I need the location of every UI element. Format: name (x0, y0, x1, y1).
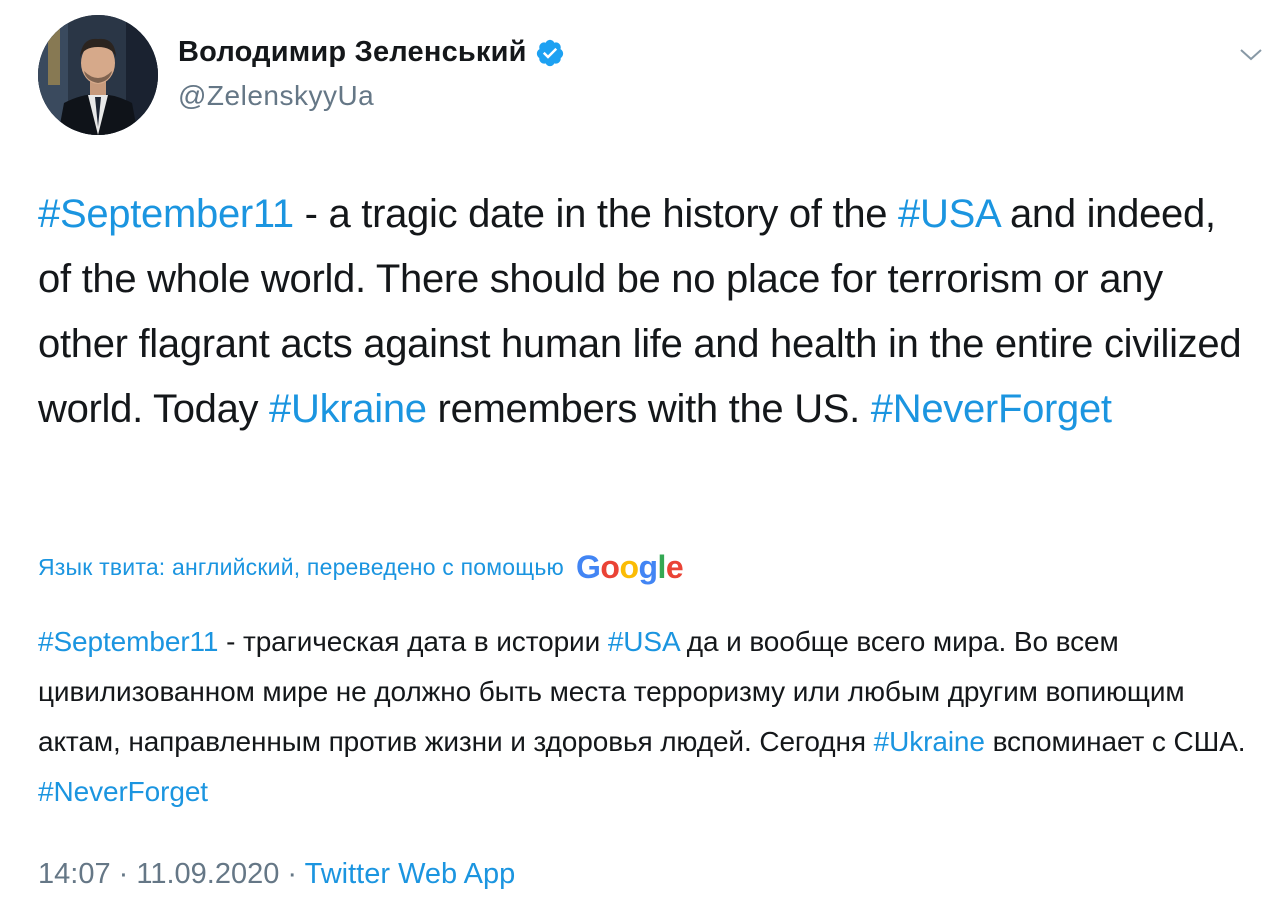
verified-badge-icon (535, 38, 565, 68)
google-logo: Google (576, 549, 684, 585)
avatar[interactable] (38, 15, 158, 135)
tweet-text: #September11 - a tragic date in the hist… (38, 182, 1258, 442)
tweet-date[interactable]: 11.09.2020 (136, 858, 279, 890)
author-name[interactable]: Володимир Зеленський (178, 36, 527, 69)
hashtag-link[interactable]: #USA (898, 192, 999, 236)
tweet-time[interactable]: 14:07 (38, 858, 111, 890)
hashtag-link[interactable]: #NeverForget (38, 776, 208, 807)
translated-text: #September11 - трагическая дата в истори… (38, 617, 1263, 817)
tweet-text-segment: - a tragic date in the history of the (293, 192, 899, 236)
meta-separator: · (110, 858, 137, 890)
hashtag-link[interactable]: #NeverForget (871, 387, 1112, 431)
author-handle[interactable]: @ZelenskyyUa (178, 80, 374, 112)
hashtag-link[interactable]: #September11 (38, 192, 294, 236)
hashtag-link[interactable]: #Ukraine (269, 387, 427, 431)
hashtag-link[interactable]: #USA (608, 626, 679, 657)
translation-label[interactable]: Язык твита: английский, переведено с пом… (38, 554, 564, 581)
translation-attribution: Язык твита: английский, переведено с пом… (38, 549, 684, 585)
author-row: Володимир Зеленський (178, 36, 565, 69)
tweet-meta: 14:07 · 11.09.2020 · Twitter Web App (38, 858, 515, 891)
avatar-photo-icon (38, 15, 158, 135)
translated-text-segment: - трагическая дата в истории (218, 626, 608, 657)
tweet-text-segment: remembers with the US. (426, 387, 871, 431)
tweet-source-link[interactable]: Twitter Web App (305, 858, 516, 890)
chevron-down-icon[interactable] (1238, 44, 1264, 64)
hashtag-link[interactable]: #September11 (38, 626, 219, 657)
translated-text-segment: вспоминает с США. (984, 726, 1246, 757)
tweet-card: Володимир Зеленський @ZelenskyyUa #Septe… (0, 0, 1280, 922)
hashtag-link[interactable]: #Ukraine (874, 726, 985, 757)
meta-separator: · (279, 858, 305, 890)
